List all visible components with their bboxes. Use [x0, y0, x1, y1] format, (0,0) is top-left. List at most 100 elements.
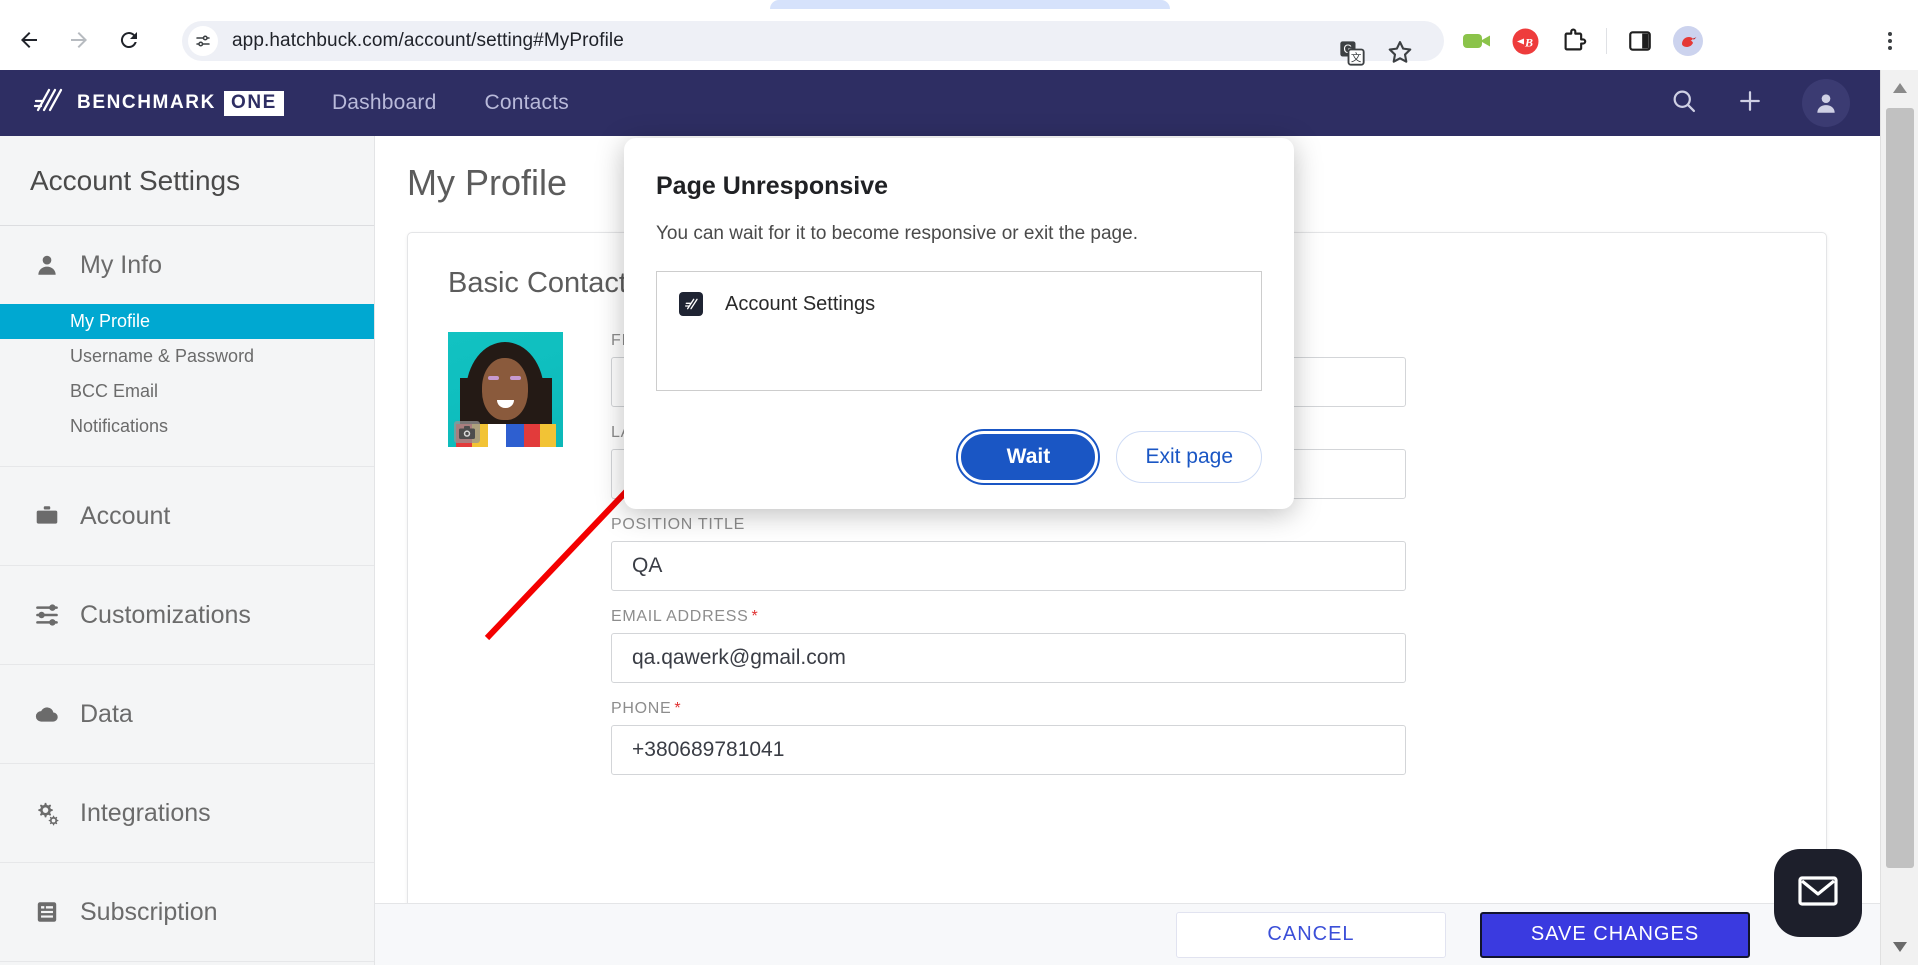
star-icon[interactable] [1386, 38, 1416, 68]
browser-tab[interactable] [770, 0, 1170, 9]
field-phone: PHONE * +380689781041 [611, 700, 1786, 775]
dialog-list-item[interactable]: Account Settings [679, 292, 1261, 316]
translate-icon[interactable]: G 文 [1338, 39, 1366, 67]
puzzle-extensions-icon[interactable] [1556, 24, 1590, 58]
sidebar-item-label: Data [80, 699, 133, 728]
wait-button[interactable]: Wait [956, 429, 1101, 485]
briefcase-icon [30, 503, 64, 529]
field-label: POSITION TITLE [611, 516, 745, 533]
dialog-buttons: Wait Exit page [956, 429, 1262, 485]
photo-column [448, 332, 593, 792]
sidebar-item-subscription[interactable]: Subscription [0, 863, 374, 961]
svg-text:B: B [1523, 35, 1532, 49]
sidebar-group-customizations: Customizations [0, 566, 374, 665]
exit-page-button[interactable]: Exit page [1116, 431, 1262, 483]
side-panel-icon[interactable] [1623, 24, 1657, 58]
brand-logo[interactable]: BENCHMARK ONE [32, 84, 284, 123]
plus-icon[interactable] [1736, 87, 1764, 120]
required-marker: * [751, 608, 759, 625]
loom-extension-icon[interactable] [1460, 24, 1494, 58]
browser-chrome: app.hatchbuck.com/account/setting#MyProf… [0, 0, 1918, 70]
page-viewport: BENCHMARK ONE Dashboard Contacts Account… [0, 70, 1918, 965]
page-unresponsive-dialog[interactable]: Page Unresponsive You can wait for it to… [624, 138, 1294, 509]
field-position-title: POSITION TITLE QA [611, 516, 1786, 591]
list-document-icon [30, 899, 64, 925]
sidebar-item-label: Subscription [80, 897, 218, 926]
reload-icon[interactable] [108, 19, 150, 61]
bitly-extension-icon[interactable]: B [1508, 24, 1542, 58]
dialog-message: You can wait for it to become responsive… [656, 223, 1138, 244]
sidebar-item-bcc-email[interactable]: BCC Email [0, 374, 374, 409]
tab-strip [0, 0, 1918, 9]
sidebar-group-my-info: My Info My Profile Username & Password B… [0, 226, 374, 467]
sidebar-item-label: My Info [80, 250, 162, 279]
scroll-up-arrow-icon[interactable] [1881, 70, 1918, 106]
benchmark-slashes-logo [32, 84, 66, 123]
field-email-address: EMAIL ADDRESS * qa.qawerk@gmail.com [611, 608, 1786, 683]
sidebar-item-label: Integrations [80, 798, 211, 827]
site-settings-icon[interactable] [188, 26, 218, 56]
person-avatar-icon[interactable] [1802, 79, 1850, 127]
envelope-icon [1796, 873, 1840, 914]
extensions-area: B [1460, 21, 1705, 61]
dialog-title: Page Unresponsive [656, 172, 889, 200]
dialog-list-item-label: Account Settings [725, 292, 876, 315]
back-arrow-icon[interactable] [8, 19, 50, 61]
sliders-icon [30, 602, 64, 628]
page-scrollbar[interactable] [1880, 70, 1918, 965]
brand-badge: ONE [223, 90, 284, 116]
sidebar-title: Account Settings [0, 136, 374, 226]
nav-link-contacts[interactable]: Contacts [484, 91, 568, 115]
navbar-actions [1670, 70, 1850, 136]
sidebar-item-integrations[interactable]: Integrations [0, 764, 374, 862]
field-label-text: PHONE [611, 700, 672, 717]
scroll-down-arrow-icon[interactable] [1881, 929, 1918, 965]
sidebar-item-data[interactable]: Data [0, 665, 374, 763]
sidebar-group-data: Data [0, 665, 374, 764]
forward-arrow-icon[interactable] [58, 19, 100, 61]
svg-text:文: 文 [1351, 51, 1362, 64]
phone-input[interactable]: +380689781041 [611, 725, 1406, 775]
sidebar-item-my-profile[interactable]: My Profile [0, 304, 374, 339]
cancel-button[interactable]: CANCEL [1176, 911, 1446, 958]
sidebar-item-notifications[interactable]: Notifications [0, 409, 374, 444]
benchmark-favicon [679, 292, 703, 316]
photo-face [482, 358, 528, 420]
cloud-icon [30, 701, 64, 727]
profile-photo[interactable] [448, 332, 563, 447]
browser-toolbar: app.hatchbuck.com/account/setting#MyProf… [0, 9, 1918, 70]
brand-word: BENCHMARK [77, 92, 216, 113]
dialog-page-list: Account Settings [656, 271, 1262, 391]
sidebar-item-label: Account [80, 501, 171, 530]
position-title-input[interactable]: QA [611, 541, 1406, 591]
sidebar-item-account[interactable]: Account [0, 467, 374, 565]
kebab-menu-icon[interactable] [1874, 25, 1906, 57]
settings-sidebar: Account Settings My Info My Profile User… [0, 136, 375, 965]
person-icon [30, 252, 64, 278]
save-changes-button[interactable]: SAVE CHANGES [1480, 911, 1750, 958]
form-action-bar: CANCEL SAVE CHANGES [375, 903, 1880, 965]
email-address-input[interactable]: qa.qawerk@gmail.com [611, 633, 1406, 683]
sidebar-item-my-info[interactable]: My Info [0, 226, 374, 304]
omnibox[interactable]: app.hatchbuck.com/account/setting#MyProf… [182, 21, 1444, 66]
sidebar-group-integrations: Integrations [0, 764, 374, 863]
search-icon[interactable] [1670, 87, 1698, 120]
sidebar-item-label: Customizations [80, 600, 251, 629]
nav-link-dashboard[interactable]: Dashboard [332, 91, 437, 115]
required-marker: * [674, 700, 682, 717]
field-label: PHONE * [611, 700, 1786, 718]
scrollbar-thumb[interactable] [1886, 108, 1914, 868]
address-bar-url[interactable]: app.hatchbuck.com/account/setting#MyProf… [232, 30, 624, 52]
sidebar-group-subscription: Subscription [0, 863, 374, 962]
sidebar-group-account: Account [0, 467, 374, 566]
sidebar-item-username-password[interactable]: Username & Password [0, 339, 374, 374]
chat-widget-button[interactable] [1774, 849, 1862, 937]
app-navbar: BENCHMARK ONE Dashboard Contacts [0, 70, 1880, 136]
field-label-text: EMAIL ADDRESS [611, 608, 749, 625]
sidebar-item-customizations[interactable]: Customizations [0, 566, 374, 664]
camera-icon[interactable] [454, 421, 480, 443]
cardinal-profile-icon[interactable] [1671, 24, 1705, 58]
gears-icon [30, 800, 64, 826]
field-label: EMAIL ADDRESS * [611, 608, 1786, 626]
toolbar-divider [1606, 28, 1607, 54]
